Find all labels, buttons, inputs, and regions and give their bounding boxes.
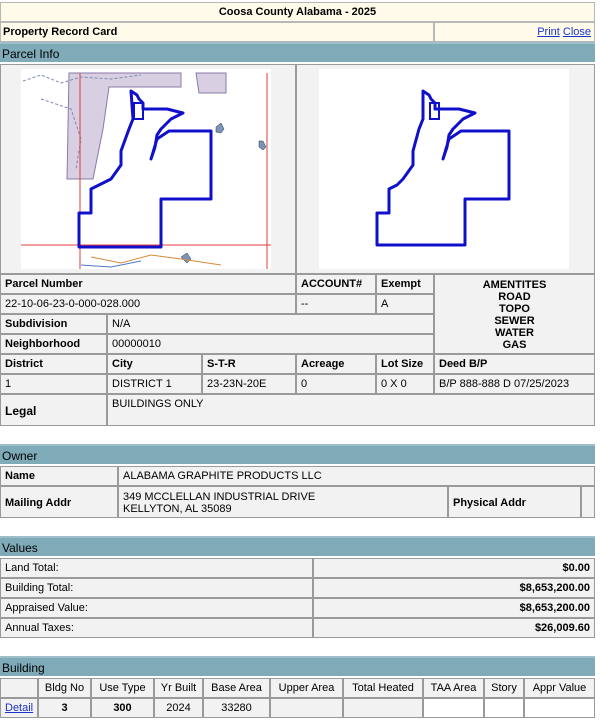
- neighborhood-value: 00000010: [107, 334, 434, 354]
- annual-taxes-value: $26,009.60: [313, 618, 595, 638]
- stream-line-2: [80, 260, 142, 268]
- mailing-addr-line1: 349 MCCLELLAN INDUSTRIAL DRIVE: [123, 491, 316, 503]
- building-appr-value: [524, 698, 595, 718]
- mailing-addr-line2: KELLYTON, AL 35089: [123, 503, 232, 515]
- subdivision-label: Subdivision: [0, 314, 107, 334]
- pond-shape-3: [180, 252, 192, 264]
- building-story: [484, 698, 524, 718]
- str-value: 23-23N-20E: [202, 374, 296, 394]
- values-heading: Values: [2, 541, 38, 555]
- building-col-total-heated: Total Heated: [343, 678, 423, 698]
- building-col-yr-built: Yr Built: [154, 678, 203, 698]
- city-value: DISTRICT 1: [107, 374, 202, 394]
- building-total-value: $8,653,200.00: [313, 578, 595, 598]
- deed-label: Deed B/P: [434, 354, 595, 374]
- district-value: 1: [0, 374, 107, 394]
- parcel-info-section-header: Parcel Info: [0, 42, 595, 62]
- print-link[interactable]: Print: [537, 26, 560, 38]
- amenities-title: AMENTITES: [482, 279, 547, 291]
- parcel-info-heading: Parcel Info: [2, 47, 60, 61]
- district-label: District: [0, 354, 107, 374]
- amenity-topo: TOPO: [499, 303, 530, 315]
- record-card-label: Property Record Card: [3, 26, 118, 38]
- amenity-gas: GAS: [502, 339, 527, 351]
- account-value: --: [296, 294, 376, 314]
- owner-name-value: ALABAMA GRAPHITE PRODUCTS LLC: [118, 466, 595, 486]
- appraised-value-label: Appraised Value:: [0, 598, 313, 618]
- acreage-value: 0: [296, 374, 376, 394]
- parcel-outline: [375, 89, 511, 247]
- building-col-blank: [0, 678, 38, 698]
- owner-heading: Owner: [2, 449, 38, 463]
- owner-name-label: Name: [0, 466, 118, 486]
- parcel-number-value: 22-10-06-23-0-000-028.000: [0, 294, 296, 314]
- detail-link[interactable]: Detail: [5, 702, 33, 714]
- building-col-taa-area: TAA Area: [423, 678, 484, 698]
- legal-label: Legal: [0, 394, 107, 426]
- building-heading: Building: [2, 661, 45, 675]
- legal-value: BUILDINGS ONLY: [107, 394, 595, 426]
- building-section-header: Building: [0, 656, 595, 676]
- values-section-header: Values: [0, 536, 595, 556]
- close-link[interactable]: Close: [563, 26, 591, 38]
- parcel-number-label: Parcel Number: [0, 274, 296, 294]
- land-total-label: Land Total:: [0, 558, 313, 578]
- county-title: Coosa County Alabama - 2025: [218, 6, 377, 18]
- amenities-box: AMENTITES ROAD TOPO SEWER WATER GAS: [434, 274, 595, 354]
- building-col-use-type: Use Type: [91, 678, 154, 698]
- building-taa-area: [423, 698, 484, 718]
- subdivision-value: N/A: [107, 314, 434, 334]
- land-total-value: $0.00: [313, 558, 595, 578]
- str-label: S-T-R: [202, 354, 296, 374]
- building-base-area: 33280: [203, 698, 270, 718]
- building-total-label: Building Total:: [0, 578, 313, 598]
- mailing-addr-label: Mailing Addr: [0, 486, 118, 518]
- neighborhood-label: Neighborhood: [0, 334, 107, 354]
- building-yr-built: 2024: [154, 698, 203, 718]
- building-col-upper-area: Upper Area: [270, 678, 343, 698]
- account-label: ACCOUNT#: [296, 274, 376, 294]
- page-title: Coosa County Alabama - 2025: [0, 2, 595, 22]
- physical-addr-label: Physical Addr: [448, 486, 581, 518]
- appraised-value-value: $8,653,200.00: [313, 598, 595, 618]
- city-label: City: [107, 354, 202, 374]
- exempt-label: Exempt: [376, 274, 434, 294]
- owner-section-header: Owner: [0, 444, 595, 464]
- annual-taxes-label: Annual Taxes:: [0, 618, 313, 638]
- building-bldg-no: 3: [38, 698, 91, 718]
- adjacent-parcel-small: [195, 72, 227, 94]
- mailing-addr-value: 349 MCCLELLAN INDUSTRIAL DRIVE KELLYTON,…: [118, 486, 448, 518]
- building-use-type: 300: [91, 698, 154, 718]
- lot-size-value: 0 X 0: [376, 374, 434, 394]
- aerial-map-panel: [0, 64, 296, 274]
- exempt-value: A: [376, 294, 434, 314]
- parcel-shape-panel: [296, 64, 595, 274]
- amenity-road: ROAD: [498, 291, 531, 303]
- lot-size-label: Lot Size: [376, 354, 434, 374]
- building-col-story: Story: [484, 678, 524, 698]
- table-row-detail-cell: Detail: [0, 698, 38, 718]
- stream-line: [90, 254, 222, 266]
- pond-shape: [215, 122, 225, 134]
- pond-shape-2: [258, 140, 267, 151]
- building-col-appr-value: Appr Value: [524, 678, 595, 698]
- physical-addr-value: [581, 486, 595, 518]
- parcel-shape-map[interactable]: [319, 69, 569, 269]
- building-col-base-area: Base Area: [203, 678, 270, 698]
- building-col-bldg-no: Bldg No: [38, 678, 91, 698]
- amenity-water: WATER: [495, 327, 534, 339]
- building-upper-area: [270, 698, 343, 718]
- parcel-map-with-context[interactable]: [21, 69, 271, 269]
- building-total-heated: [343, 698, 423, 718]
- acreage-label: Acreage: [296, 354, 376, 374]
- deed-value: B/P 888-888 D 07/25/2023: [434, 374, 595, 394]
- record-card-title: Property Record Card: [0, 22, 434, 42]
- amenity-sewer: SEWER: [494, 315, 535, 327]
- header-actions: Print Close: [434, 22, 595, 42]
